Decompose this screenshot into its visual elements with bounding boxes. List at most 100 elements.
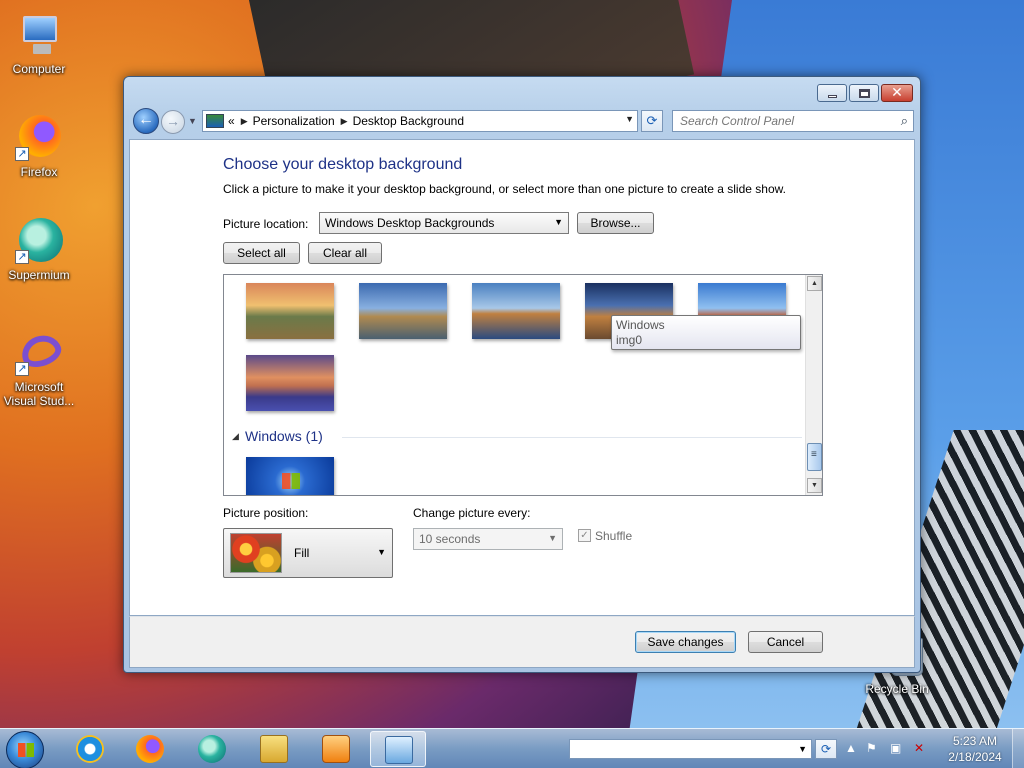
change-picture-value: 10 seconds — [419, 532, 481, 546]
page-title: Choose your desktop background — [223, 156, 463, 173]
breadcrumb-desktop-background[interactable]: Desktop Background — [353, 114, 464, 128]
select-all-button[interactable]: Select all — [223, 242, 300, 264]
position-preview-image — [230, 533, 282, 573]
wallpaper-thumbnail[interactable] — [246, 355, 334, 411]
navigation-bar: ← → ▼ « ▶ Personalization ▶ Desktop Back… — [130, 107, 916, 135]
search-input[interactable]: Search Control Panel ⌕ — [672, 110, 914, 132]
shortcut-arrow-icon: ↗ — [15, 147, 29, 161]
wallpaper-thumbnail[interactable] — [246, 457, 334, 495]
desktop-icon-visual-studio[interactable]: ↗ Microsoft Visual Stud... — [1, 328, 77, 408]
desktop-background-window: ✕ ← → ▼ « ▶ Personalization ▶ Desktop Ba… — [123, 76, 921, 673]
close-button[interactable]: ✕ — [881, 84, 913, 102]
page-description: Click a picture to make it your desktop … — [223, 182, 786, 196]
taskbar: ▼ ⟳ ▲ ⚑ ▣ ✕ 5:23 AM 2/18/2024 — [0, 728, 1024, 768]
desktop-icon-supermium[interactable]: ↗ Supermium — [1, 216, 77, 282]
clear-all-button[interactable]: Clear all — [308, 242, 382, 264]
main-content: Choose your desktop background Click a p… — [129, 139, 915, 616]
supermium-icon — [198, 735, 226, 763]
show-hidden-icons-button[interactable]: ▲ — [845, 741, 857, 755]
clock-date: 2/18/2024 — [948, 750, 1002, 764]
save-changes-button[interactable]: Save changes — [635, 631, 736, 653]
taskbar-firefox[interactable] — [122, 731, 178, 767]
taskbar-internet-explorer[interactable] — [62, 731, 118, 767]
chevron-down-icon: ▼ — [377, 547, 386, 557]
wallpaper-group-header[interactable]: ◢ Windows (1) — [232, 427, 802, 447]
desktop-icon-firefox[interactable]: ↗ Firefox — [1, 113, 77, 179]
scrollbar-thumb[interactable] — [807, 443, 822, 471]
minimize-icon — [828, 95, 837, 98]
clock-time: 5:23 AM — [952, 734, 998, 748]
shortcut-arrow-icon: ↗ — [15, 362, 29, 376]
wallpaper-thumbnail[interactable] — [359, 283, 447, 339]
desktop-icon-label: Computer — [12, 62, 66, 76]
show-desktop-button[interactable] — [1012, 729, 1024, 768]
taskbar-clock[interactable]: 5:23 AM 2/18/2024 — [940, 733, 1010, 765]
desktop-icon-label: Recycle Bin — [865, 682, 929, 696]
desktop-icon-computer[interactable]: Computer — [1, 10, 77, 76]
shuffle-label: Shuffle — [595, 529, 633, 543]
breadcrumb-overflow[interactable]: « — [228, 114, 235, 128]
maximize-button[interactable] — [849, 84, 879, 102]
network-icon[interactable]: ▣ — [890, 741, 901, 755]
scroll-up-button[interactable]: ▲ — [807, 276, 822, 291]
folder-icon — [260, 735, 288, 763]
tooltip-filename: img0 — [616, 333, 643, 347]
taskbar-explorer[interactable] — [246, 731, 302, 767]
computer-icon — [23, 16, 57, 54]
taskbar-address-toolbar[interactable]: ▼ — [569, 739, 812, 759]
cancel-button[interactable]: Cancel — [748, 631, 823, 653]
caption-buttons: ✕ — [817, 84, 913, 102]
action-center-flag-icon[interactable]: ⚑ — [866, 741, 877, 755]
change-picture-label: Change picture every: — [413, 506, 531, 520]
collapse-triangle-icon[interactable]: ◢ — [232, 431, 239, 442]
tooltip-folder: Windows — [616, 318, 665, 332]
taskbar-control-panel[interactable] — [370, 731, 426, 767]
desktop-icon-label: Supermium — [8, 268, 70, 282]
wallpaper-thumbnail[interactable] — [246, 283, 334, 339]
taskbar-go-button[interactable]: ⟳ — [815, 739, 837, 759]
wallpaper-gallery: ◢ Windows (1) Windows img0 ▲ ▼ — [223, 274, 823, 496]
control-panel-icon — [385, 736, 413, 764]
taskbar-supermium[interactable] — [184, 731, 240, 767]
volume-muted-icon[interactable]: ✕ — [914, 741, 924, 755]
refresh-button[interactable]: ⟳ — [641, 110, 663, 132]
chevron-down-icon[interactable]: ▼ — [625, 114, 634, 124]
back-button[interactable]: ← — [133, 108, 159, 134]
windows-logo-icon — [282, 473, 300, 489]
search-icon[interactable]: ⌕ — [901, 113, 908, 129]
gallery-scrollbar[interactable]: ▲ ▼ — [805, 275, 822, 495]
shuffle-checkbox[interactable]: ✓ — [578, 529, 591, 542]
thumbnail-tooltip: Windows img0 — [611, 315, 801, 350]
browse-button[interactable]: Browse... — [577, 212, 654, 234]
start-button[interactable] — [6, 731, 44, 768]
chevron-down-icon: ▼ — [548, 533, 557, 543]
firefox-icon — [136, 735, 164, 763]
group-divider — [342, 437, 802, 438]
recent-pages-button[interactable]: ▼ — [188, 116, 200, 128]
taskbar-media-player[interactable] — [308, 731, 364, 767]
forward-button[interactable]: → — [161, 110, 185, 134]
change-picture-interval-select[interactable]: 10 seconds ▼ — [413, 528, 563, 550]
minimize-button[interactable] — [817, 84, 847, 102]
chevron-down-icon[interactable]: ▼ — [798, 744, 807, 754]
media-player-icon — [322, 735, 350, 763]
close-icon: ✕ — [891, 84, 903, 100]
breadcrumb-personalization[interactable]: Personalization — [253, 114, 335, 128]
group-name: Windows (1) — [245, 428, 323, 444]
picture-location-label: Picture location: — [223, 217, 309, 231]
internet-explorer-icon — [76, 735, 104, 763]
picture-position-value: Fill — [294, 546, 310, 560]
picture-position-label: Picture position: — [223, 506, 309, 520]
maximize-icon — [859, 89, 870, 98]
chevron-right-icon[interactable]: ▶ — [341, 116, 348, 127]
dialog-footer: Save changes Cancel — [129, 616, 915, 668]
chevron-right-icon[interactable]: ▶ — [241, 116, 248, 127]
picture-position-select[interactable]: Fill ▼ — [223, 528, 393, 578]
desktop-icon-label: Firefox — [20, 165, 58, 179]
control-panel-icon — [206, 114, 224, 128]
scroll-down-button[interactable]: ▼ — [807, 478, 822, 493]
wallpaper-thumbnail[interactable] — [472, 283, 560, 339]
address-bar[interactable]: « ▶ Personalization ▶ Desktop Background… — [202, 110, 638, 132]
chevron-down-icon: ▼ — [554, 217, 563, 227]
picture-location-select[interactable]: Windows Desktop Backgrounds ▼ — [319, 212, 569, 234]
